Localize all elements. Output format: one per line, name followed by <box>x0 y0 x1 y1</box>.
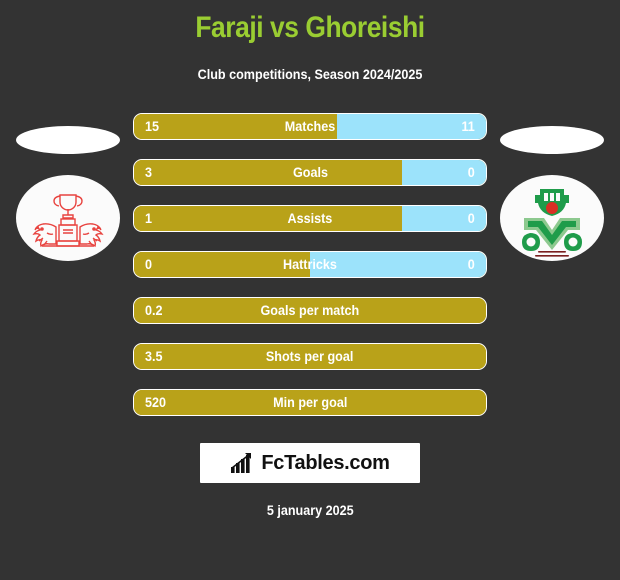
chart-header: Faraji vs Ghoreishi Club competitions, S… <box>0 0 620 84</box>
home-club-crest <box>16 175 120 261</box>
away-player-panel <box>492 113 612 443</box>
chart-footer: FcTables.com 5 january 2025 <box>0 443 620 520</box>
stat-label: Min per goal <box>134 390 486 415</box>
stat-label-text: Goals per match <box>260 302 360 318</box>
away-value: 0 <box>467 210 475 226</box>
home-player-panel <box>8 113 128 443</box>
stat-label: Assists <box>134 206 486 231</box>
stat-label-text: Goals <box>292 164 328 180</box>
stat-label-text: Matches <box>284 118 336 134</box>
stat-label-text: Hattricks <box>283 256 337 272</box>
away-value: 11 <box>461 118 475 134</box>
stat-label-text: Min per goal <box>272 394 348 410</box>
green-shield-crest-icon <box>522 189 582 257</box>
stat-row-goals-per-match: 0.2 Goals per match <box>133 297 487 324</box>
stat-label: Shots per goal <box>134 344 486 369</box>
stat-row-assists: 1 Assists 0 <box>133 205 487 232</box>
away-value: 0 <box>467 164 475 180</box>
stat-row-matches: 15 Matches 11 <box>133 113 487 140</box>
away-club-crest <box>500 175 604 261</box>
fctables-logo[interactable]: FcTables.com <box>200 443 420 483</box>
stat-row-goals: 3 Goals 0 <box>133 159 487 186</box>
brand-name: FcTables.com <box>261 452 390 474</box>
page-title: Faraji vs Ghoreishi <box>195 11 425 44</box>
home-player-photo <box>16 126 120 154</box>
stat-label: Matches <box>134 114 486 139</box>
trophy-lions-crest-icon <box>32 194 104 248</box>
stat-label-text: Assists <box>287 210 333 226</box>
page-subtitle: Club competitions, Season 2024/2025 <box>197 66 423 82</box>
stat-bars-list: 15 Matches 11 3 Goals 0 1 Assists 0 0 Ha… <box>133 113 487 435</box>
stat-label: Goals per match <box>134 298 486 323</box>
stat-row-min-per-goal: 520 Min per goal <box>133 389 487 416</box>
bar-chart-arrow-icon <box>231 453 252 473</box>
comparison-body: 15 Matches 11 3 Goals 0 1 Assists 0 0 Ha… <box>0 113 620 443</box>
away-value: 0 <box>467 256 475 272</box>
stat-label-text: Shots per goal <box>266 348 354 364</box>
stat-label: Hattricks <box>134 252 486 277</box>
away-player-photo <box>500 126 604 154</box>
stat-label: Goals <box>134 160 486 185</box>
stat-row-shots-per-goal: 3.5 Shots per goal <box>133 343 487 370</box>
stat-row-hattricks: 0 Hattricks 0 <box>133 251 487 278</box>
generated-date: 5 january 2025 <box>266 502 354 518</box>
